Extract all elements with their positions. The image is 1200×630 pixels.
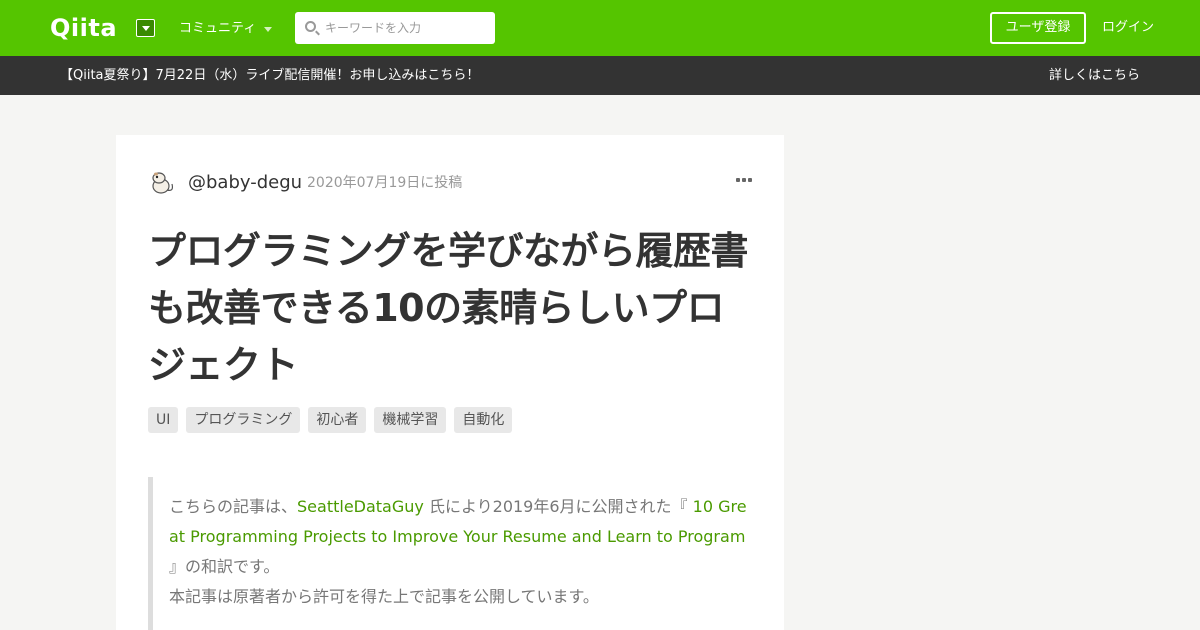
announcement-banner: 【Qiita夏祭り】7月22日（水）ライブ配信開催！お申し込みはこちら！ 詳しく… [0,56,1200,95]
tag-machine-learning[interactable]: 機械学習 [374,407,447,433]
intro-blockquote: こちらの記事は、SeattleDataGuy 氏により2019年6月に公開された… [148,477,752,630]
quote-permission-note: 本記事は原著者から許可を得た上で記事を公開しています。 [169,587,599,606]
login-link[interactable]: ログイン [1102,19,1154,37]
author-username[interactable]: @baby-degu [188,172,302,194]
avatar[interactable] [148,168,178,198]
global-header: Qiita コミュニティ ユーザ登録 ログイン [0,0,1200,56]
article-title: プログラミングを学びながら履歴書も改善できる10の素晴らしいプロジェクト [148,229,749,387]
tag-beginner[interactable]: 初心者 [308,407,367,433]
qiita-logo[interactable]: Qiita [50,14,117,42]
community-label: コミュニティ [179,21,257,36]
signup-button[interactable]: ユーザ登録 [990,12,1086,44]
original-author-link[interactable]: SeattleDataGuy [297,497,424,516]
quote-text: 』の和訳です。 [169,557,280,576]
tag-list: UI プログラミング 初心者 機械学習 自動化 [148,407,513,433]
banner-details-link[interactable]: 詳しくはこちら [1049,67,1140,84]
community-menu[interactable]: コミュニティ [179,20,273,38]
caret-down-icon [264,26,273,32]
banner-text[interactable]: 【Qiita夏祭り】7月22日（水）ライブ配信開催！お申し込みはこちら！ [60,67,479,84]
quote-text: こちらの記事は、 [169,497,298,516]
tag-ui[interactable]: UI [148,407,179,433]
quote-text: 氏により2019年6月に公開された『 [423,497,693,516]
article-card: @baby-degu 2020年07月19日に投稿 プログラミングを学びながら履… [116,135,784,630]
chevron-down-icon[interactable] [136,19,155,37]
search-input[interactable] [325,12,490,44]
post-date: 2020年07月19日に投稿 [307,175,463,191]
search-icon [305,21,316,32]
tag-programming[interactable]: プログラミング [186,407,301,433]
search-box[interactable] [295,12,495,44]
tag-automation[interactable]: 自動化 [454,407,513,433]
more-options-icon[interactable] [736,178,752,184]
